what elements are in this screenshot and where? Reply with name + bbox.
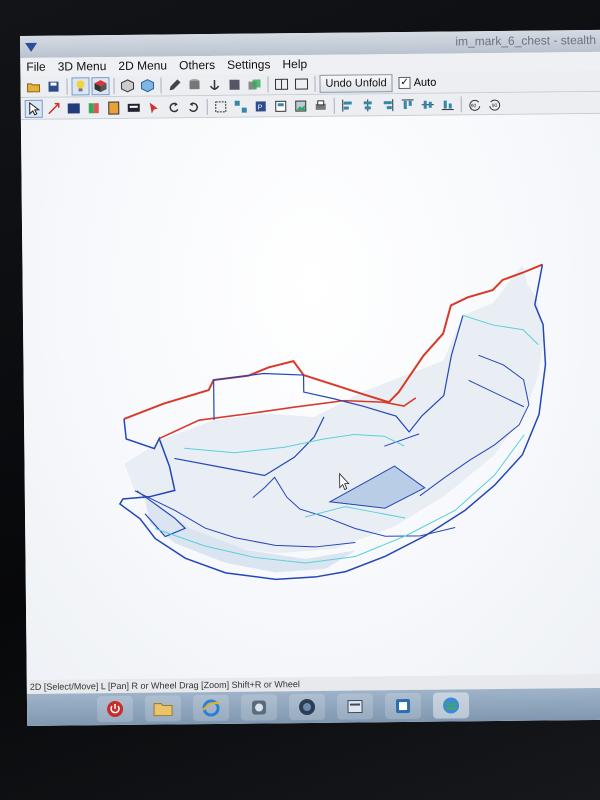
image-icon[interactable]	[292, 96, 310, 114]
pointer-icon[interactable]	[145, 98, 163, 116]
panel-icon[interactable]	[225, 75, 243, 93]
media-icon[interactable]	[288, 693, 326, 721]
wire-cube-icon[interactable]	[118, 76, 136, 94]
app-icon[interactable]	[336, 693, 374, 720]
window-title: im_mark_6_chest - stealth	[455, 32, 597, 49]
solid-cube-icon[interactable]	[91, 76, 110, 95]
folder-icon[interactable]	[144, 695, 182, 722]
align-right-icon[interactable]	[379, 96, 397, 114]
rotate-left-icon[interactable]	[165, 98, 183, 116]
toolbar-separator	[113, 77, 115, 94]
papercraft-model-wireframe	[118, 263, 547, 581]
card-icon[interactable]	[125, 98, 143, 116]
toolbar-separator	[333, 97, 335, 114]
rotate-90-right-icon[interactable]: 90	[486, 94, 504, 112]
windows-taskbar	[26, 687, 600, 726]
align-top-icon[interactable]	[399, 95, 417, 113]
svg-text:P: P	[258, 104, 263, 111]
print-icon[interactable]	[312, 96, 330, 114]
align-left-icon[interactable]	[339, 96, 357, 114]
auto-checkbox[interactable]: ✓	[398, 76, 411, 89]
toolbar-separator	[314, 75, 316, 92]
anchor-icon[interactable]	[205, 75, 223, 93]
select-arrow-icon[interactable]	[24, 99, 43, 118]
page-setup-icon[interactable]: P	[252, 97, 270, 115]
svg-text:90: 90	[492, 103, 498, 109]
undo-unfold-button[interactable]: Undo Unfold	[319, 73, 393, 93]
split-view-icon[interactable]	[272, 75, 290, 93]
toolbar-separator	[160, 77, 162, 94]
align-middle-icon[interactable]	[419, 95, 437, 113]
align-center-icon[interactable]	[359, 96, 377, 114]
menu-others[interactable]: Others	[173, 58, 221, 73]
cylinder-icon[interactable]	[185, 76, 203, 94]
auto-label: Auto	[413, 76, 437, 89]
window-icon[interactable]	[384, 692, 422, 720]
blue-cube-icon[interactable]	[138, 76, 156, 94]
multi-part-icon[interactable]	[232, 97, 250, 115]
menu-settings[interactable]: Settings	[221, 57, 277, 72]
3d-viewport[interactable]	[20, 113, 600, 680]
menu-2d[interactable]: 2D Menu	[112, 58, 173, 73]
model-face-chest	[124, 264, 544, 554]
menu-3d[interactable]: 3D Menu	[52, 59, 113, 74]
open-folder-icon[interactable]	[24, 77, 42, 95]
toolbar-separator	[66, 78, 68, 95]
toolbar-separator	[206, 98, 208, 115]
page-icon[interactable]	[105, 98, 123, 116]
rotate-right-icon[interactable]	[185, 98, 203, 116]
auto-checkbox-group[interactable]: ✓ Auto	[398, 76, 437, 89]
move-icon[interactable]	[45, 99, 63, 117]
color-part-icon[interactable]	[85, 99, 103, 117]
grid-icon[interactable]	[65, 99, 83, 117]
align-bottom-icon[interactable]	[439, 95, 457, 113]
app-window: im_mark_6_chest - stealth File 3D Menu 2…	[20, 29, 600, 726]
program-icon[interactable]	[240, 694, 278, 721]
globe-icon[interactable]	[432, 692, 470, 719]
menu-help[interactable]: Help	[276, 57, 313, 71]
menu-file[interactable]: File	[20, 60, 51, 74]
toolbar-separator	[267, 75, 269, 92]
lightbulb-icon[interactable]	[71, 76, 90, 95]
toolbar-separator	[460, 95, 462, 112]
single-view-icon[interactable]	[292, 74, 310, 92]
save-icon[interactable]	[44, 77, 62, 95]
app-logo-icon	[25, 42, 38, 52]
svg-text:90: 90	[471, 103, 477, 109]
power-icon[interactable]	[96, 695, 134, 723]
layout-icon[interactable]	[272, 97, 290, 115]
fit-view-icon[interactable]	[212, 97, 230, 115]
layers-icon[interactable]	[245, 75, 263, 93]
rotate-90-left-icon[interactable]: 90	[466, 95, 484, 113]
pencil-icon[interactable]	[165, 76, 183, 94]
ie-icon[interactable]	[192, 694, 230, 722]
